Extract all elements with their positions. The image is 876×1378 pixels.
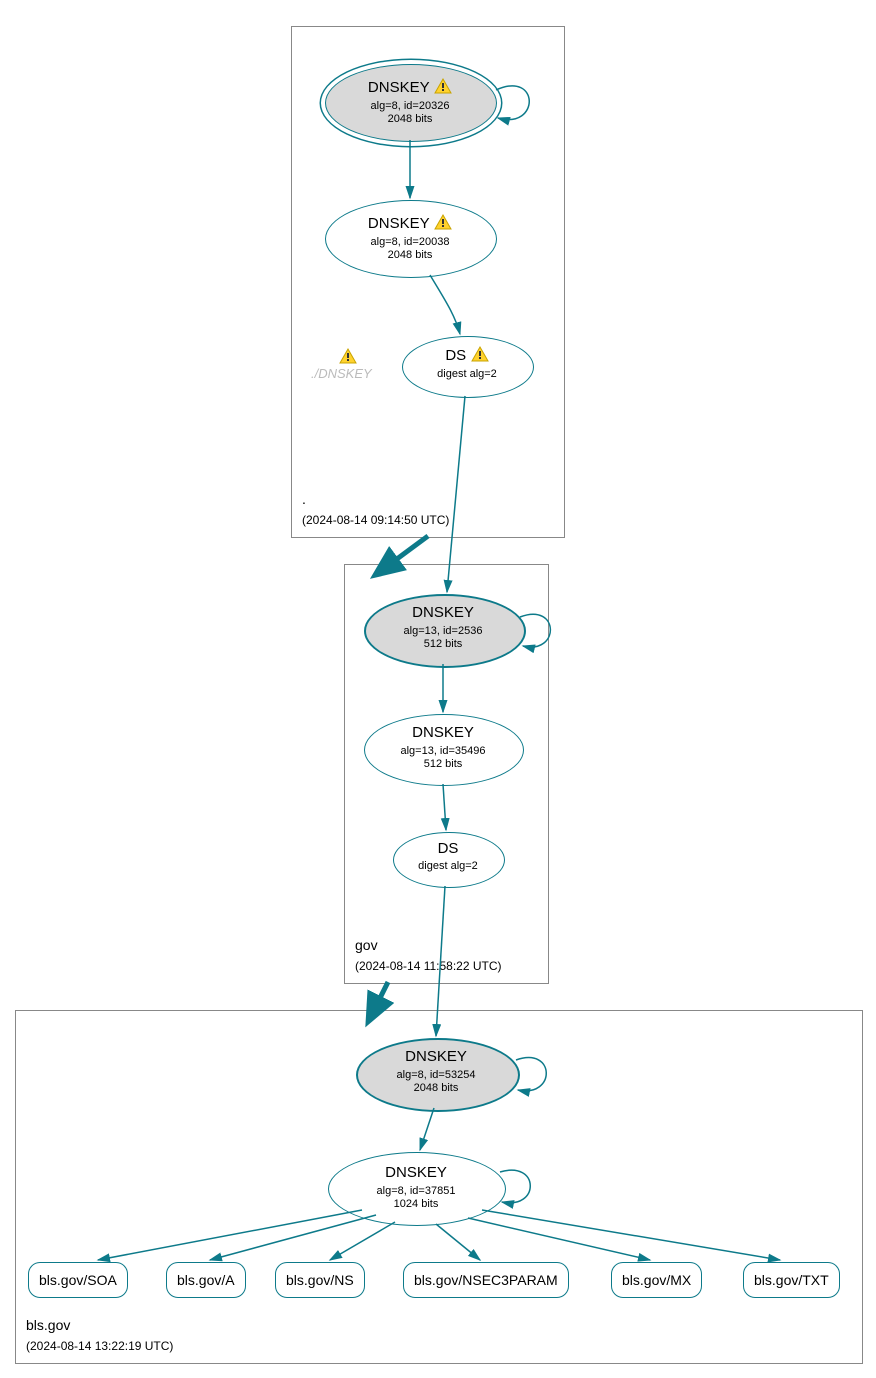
rrset-a: bls.gov/A	[166, 1262, 246, 1298]
zone-gov-name: gov	[355, 937, 378, 953]
rrset-ns: bls.gov/NS	[275, 1262, 365, 1298]
zone-root-name: .	[302, 491, 306, 507]
rrset-txt: bls.gov/TXT	[743, 1262, 840, 1298]
zone-bls-name: bls.gov	[26, 1317, 70, 1333]
root-ghost-dnskey: ./DNSKEY	[303, 348, 393, 388]
root-ds-node: DS digest alg=2	[402, 336, 532, 396]
rrset-nsec3param: bls.gov/NSEC3PARAM	[403, 1262, 569, 1298]
gov-ds-node: DS digest alg=2	[393, 832, 503, 886]
gov-zsk-node: DNSKEY alg=13, id=35496 512 bits	[364, 714, 522, 784]
bls-zsk-node: DNSKEY alg=8, id=37851 1024 bits	[328, 1152, 504, 1224]
rrset-mx: bls.gov/MX	[611, 1262, 702, 1298]
root-ghost-dnskey-text: ./DNSKEY	[311, 366, 372, 381]
root-zsk-node: DNSKEY alg=8, id=20038 2048 bits	[325, 200, 495, 276]
gov-ksk-node: DNSKEY alg=13, id=2536 512 bits	[364, 594, 522, 664]
zone-bls-timestamp: (2024-08-14 13:22:19 UTC)	[26, 1339, 173, 1353]
bls-ksk-node: DNSKEY alg=8, id=53254 2048 bits	[356, 1038, 516, 1108]
zone-gov-timestamp: (2024-08-14 11:58:22 UTC)	[355, 959, 502, 973]
warning-icon	[339, 348, 357, 364]
rrset-soa: bls.gov/SOA	[28, 1262, 128, 1298]
zone-root-timestamp: (2024-08-14 09:14:50 UTC)	[302, 513, 449, 527]
root-ksk-node: DNSKEY alg=8, id=20326 2048 bits	[325, 64, 495, 140]
